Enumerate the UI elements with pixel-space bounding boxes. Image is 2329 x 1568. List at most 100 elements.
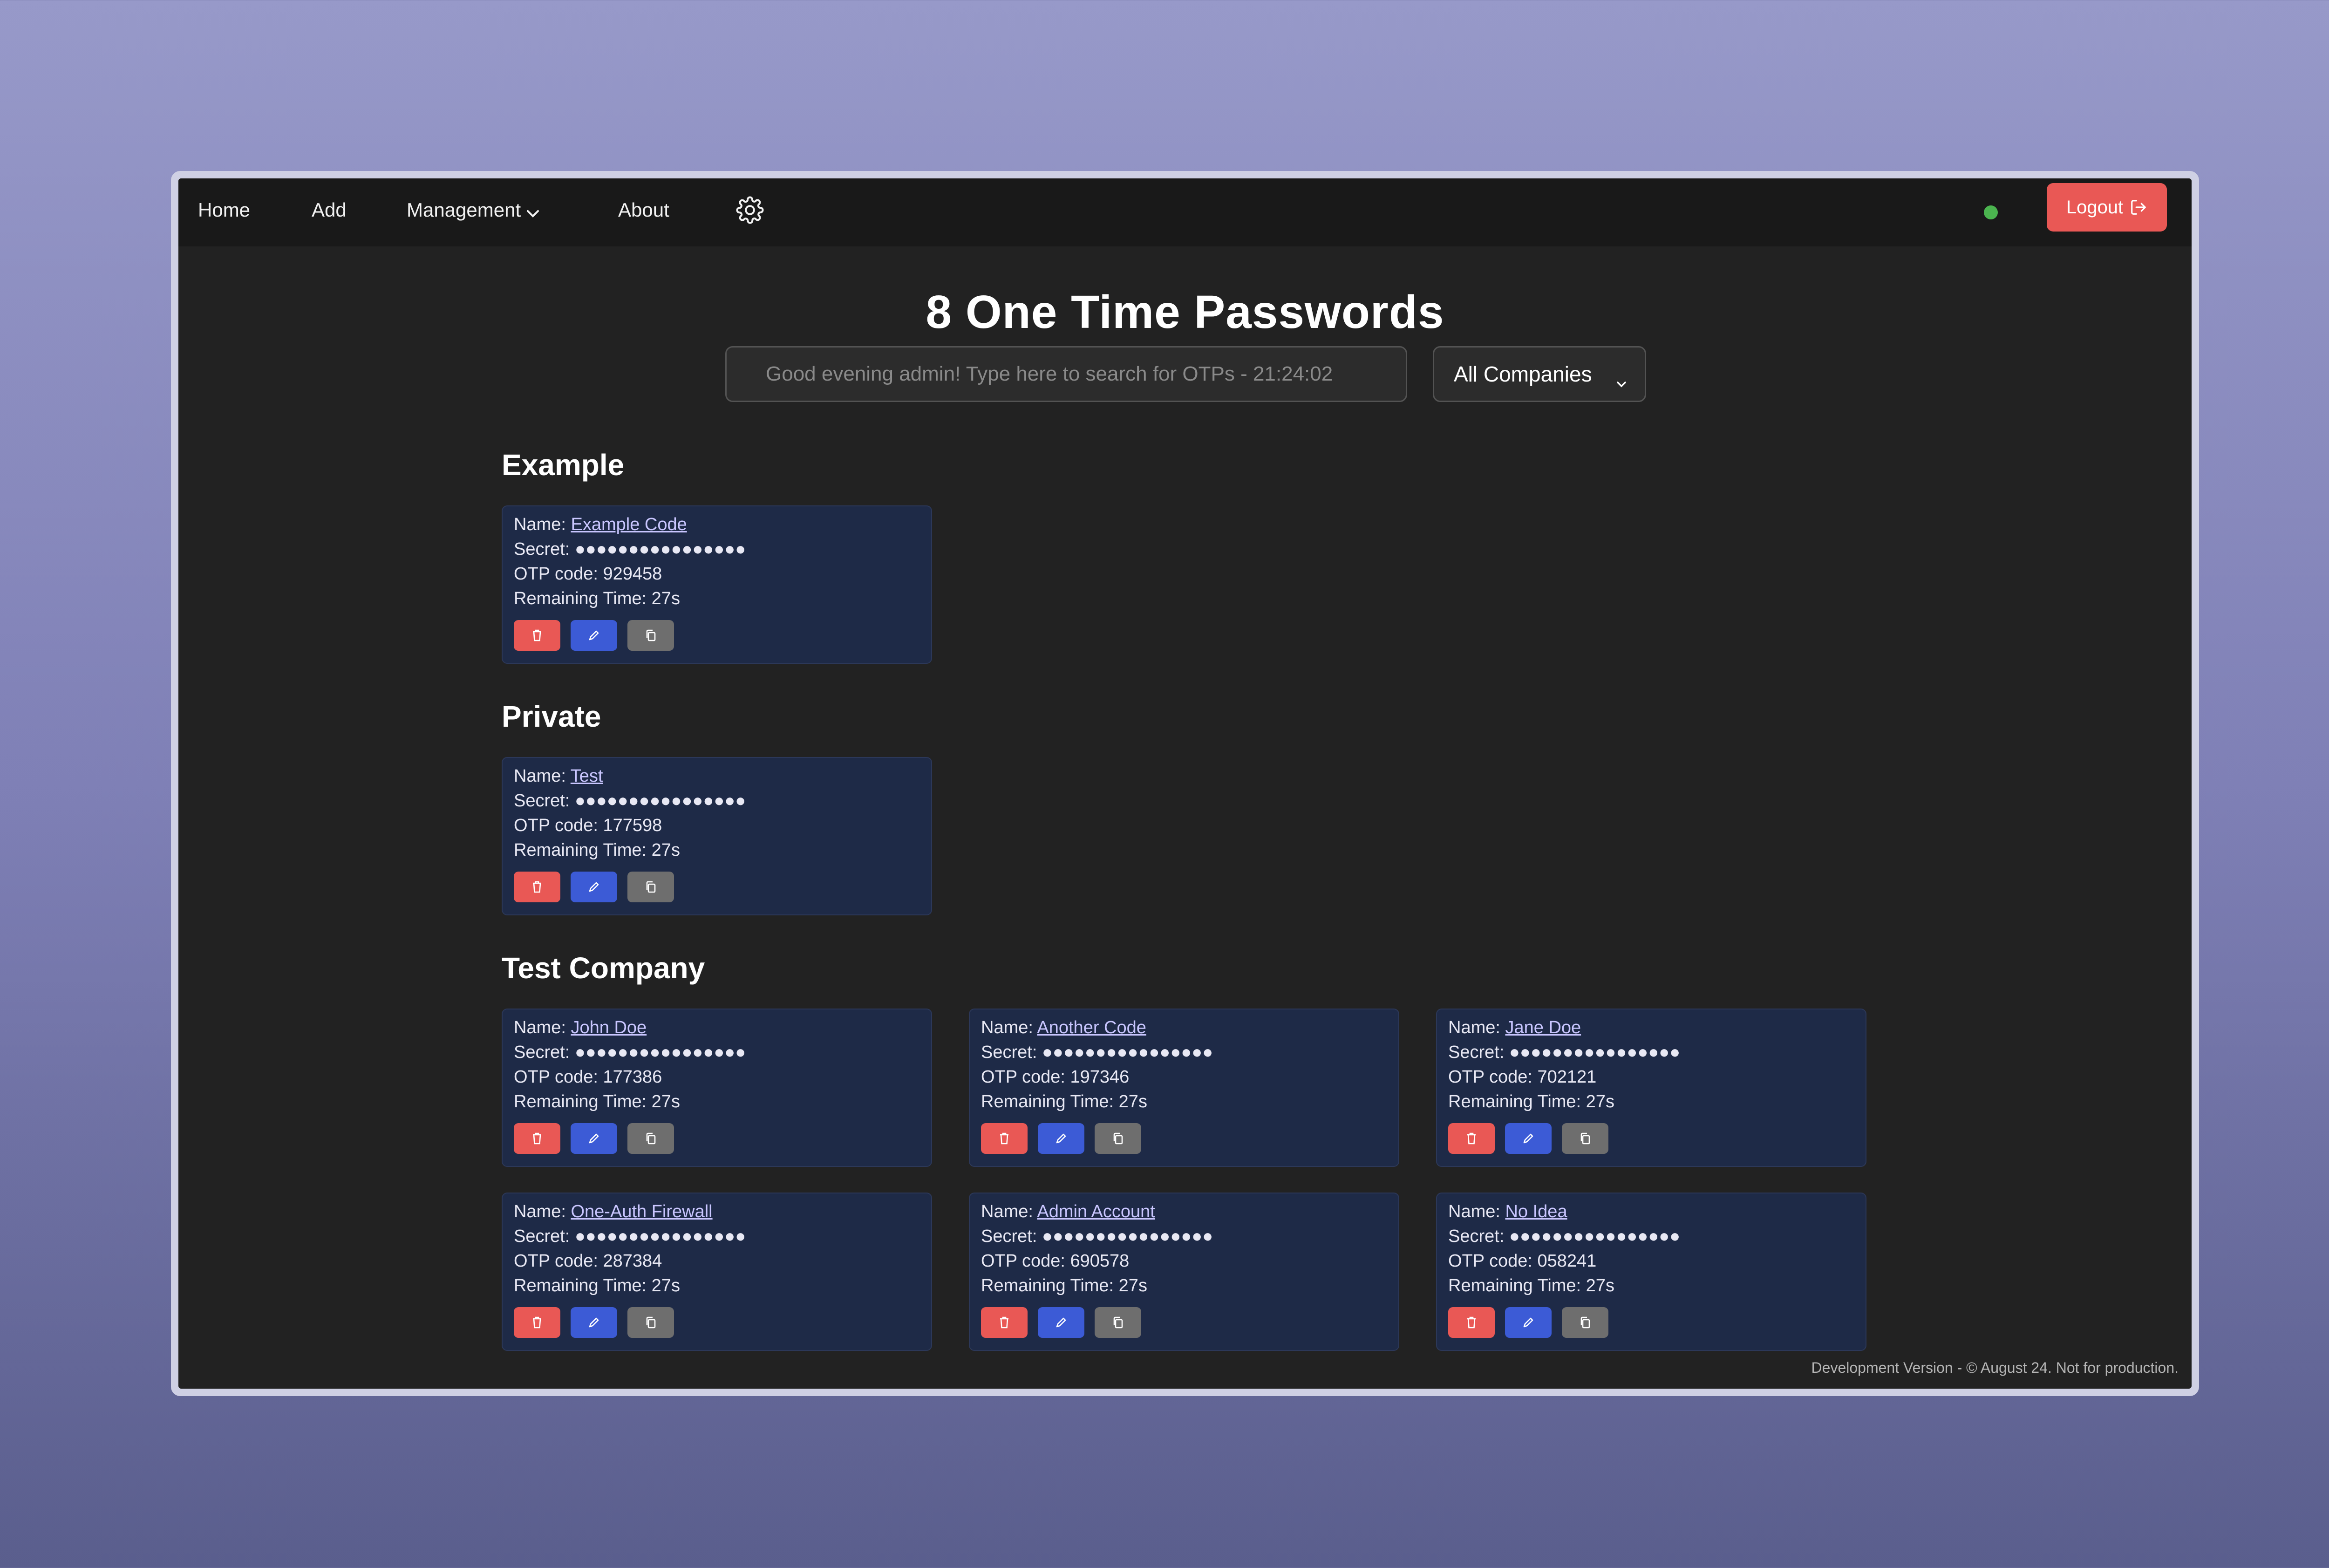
otp-remaining: 27s bbox=[1586, 1276, 1614, 1295]
delete-button[interactable] bbox=[1448, 1123, 1495, 1154]
otp-name-link[interactable]: No Idea bbox=[1505, 1202, 1567, 1221]
trash-icon bbox=[533, 629, 541, 641]
otp-secret: ●●●●●●●●●●●●●●●● bbox=[1509, 1043, 1681, 1062]
otp-name-link[interactable]: John Doe bbox=[571, 1018, 647, 1037]
pencil-icon bbox=[589, 1133, 599, 1144]
otp-remaining: 27s bbox=[651, 1092, 680, 1111]
logout-icon bbox=[2131, 200, 2146, 215]
pencil-icon bbox=[589, 1317, 599, 1328]
edit-button[interactable] bbox=[1038, 1307, 1084, 1338]
delete-button[interactable] bbox=[514, 1123, 560, 1154]
otp-name-link[interactable]: Test bbox=[571, 766, 603, 786]
edit-button[interactable] bbox=[1505, 1123, 1552, 1154]
nav-home[interactable]: Home bbox=[198, 199, 250, 221]
chevron-down-icon bbox=[1616, 368, 1627, 393]
otp-name-link[interactable]: Jane Doe bbox=[1505, 1018, 1581, 1037]
otp-label: OTP code: bbox=[514, 564, 603, 584]
otp-remaining: 27s bbox=[651, 589, 680, 608]
otp-name-link[interactable]: Example Code bbox=[571, 515, 687, 534]
company-filter-value: All Companies bbox=[1454, 362, 1592, 386]
nav-management-label: Management bbox=[407, 199, 521, 221]
remaining-label: Remaining Time: bbox=[1448, 1092, 1586, 1111]
name-label: Name: bbox=[981, 1202, 1037, 1221]
copy-icon bbox=[1580, 1132, 1590, 1145]
search-bar[interactable] bbox=[725, 346, 1407, 402]
otp-remaining: 27s bbox=[1586, 1092, 1614, 1111]
otp-label: OTP code: bbox=[514, 816, 603, 835]
delete-button[interactable] bbox=[1448, 1307, 1495, 1338]
delete-button[interactable] bbox=[514, 872, 560, 902]
delete-button[interactable] bbox=[981, 1307, 1028, 1338]
otp-code: 197346 bbox=[1070, 1067, 1130, 1087]
otp-label: OTP code: bbox=[514, 1067, 603, 1087]
secret-label: Secret: bbox=[514, 1227, 575, 1246]
trash-icon bbox=[533, 1132, 541, 1145]
delete-button[interactable] bbox=[514, 620, 560, 651]
copy-icon bbox=[646, 881, 656, 893]
otp-name-link[interactable]: One-Auth Firewall bbox=[571, 1202, 712, 1221]
nav-management[interactable]: Management bbox=[407, 199, 539, 223]
otp-remaining: 27s bbox=[651, 840, 680, 860]
section-title-test-company: Test Company bbox=[502, 951, 705, 985]
nav-add[interactable]: Add bbox=[312, 199, 347, 221]
edit-button[interactable] bbox=[1505, 1307, 1552, 1338]
edit-button[interactable] bbox=[571, 872, 617, 902]
pencil-icon bbox=[1056, 1133, 1066, 1144]
otp-code: 058241 bbox=[1537, 1251, 1597, 1271]
gear-icon[interactable] bbox=[736, 196, 764, 224]
edit-button[interactable] bbox=[571, 1123, 617, 1154]
trash-icon bbox=[533, 881, 541, 893]
otp-secret: ●●●●●●●●●●●●●●●● bbox=[1042, 1227, 1213, 1246]
company-filter-select[interactable]: All Companies bbox=[1433, 346, 1646, 402]
remaining-label: Remaining Time: bbox=[514, 589, 652, 608]
otp-code: 702121 bbox=[1537, 1067, 1597, 1087]
copy-button[interactable] bbox=[1095, 1123, 1141, 1154]
otp-name-link[interactable]: Another Code bbox=[1037, 1018, 1146, 1037]
copy-icon bbox=[646, 1132, 656, 1145]
otp-remaining: 27s bbox=[1118, 1276, 1147, 1295]
copy-button[interactable] bbox=[1562, 1307, 1608, 1338]
secret-label: Secret: bbox=[1448, 1227, 1509, 1246]
pencil-icon bbox=[1056, 1317, 1066, 1328]
otp-label: OTP code: bbox=[1448, 1251, 1538, 1271]
pencil-icon bbox=[589, 630, 599, 641]
footer-note: Development Version - © August 24. Not f… bbox=[1811, 1359, 2179, 1376]
copy-button[interactable] bbox=[627, 1123, 674, 1154]
search-input[interactable] bbox=[765, 362, 1406, 386]
copy-icon bbox=[1580, 1316, 1590, 1329]
pencil-icon bbox=[1523, 1317, 1533, 1328]
nav-about[interactable]: About bbox=[618, 199, 669, 221]
secret-label: Secret: bbox=[514, 539, 575, 559]
otp-secret: ●●●●●●●●●●●●●●●● bbox=[1509, 1227, 1681, 1246]
copy-button[interactable] bbox=[1095, 1307, 1141, 1338]
otp-card: Name: Another Code Secret: ●●●●●●●●●●●●●… bbox=[969, 1009, 1399, 1167]
edit-button[interactable] bbox=[1038, 1123, 1084, 1154]
edit-button[interactable] bbox=[571, 1307, 617, 1338]
otp-label: OTP code: bbox=[1448, 1067, 1538, 1087]
otp-remaining: 27s bbox=[651, 1276, 680, 1295]
copy-button[interactable] bbox=[627, 620, 674, 651]
delete-button[interactable] bbox=[981, 1123, 1028, 1154]
otp-label: OTP code: bbox=[981, 1067, 1070, 1087]
otp-card: Name: Test Secret: ●●●●●●●●●●●●●●●● OTP … bbox=[502, 757, 932, 915]
copy-button[interactable] bbox=[627, 1307, 674, 1338]
otp-secret: ●●●●●●●●●●●●●●●● bbox=[574, 791, 746, 811]
browser-window: Home Add Management About Logout 8 One T… bbox=[171, 171, 2199, 1396]
secret-label: Secret: bbox=[981, 1043, 1042, 1062]
chevron-down-icon bbox=[526, 200, 539, 223]
logout-button[interactable]: Logout bbox=[2047, 183, 2167, 232]
edit-button[interactable] bbox=[571, 620, 617, 651]
remaining-label: Remaining Time: bbox=[981, 1092, 1119, 1111]
section-title-example: Example bbox=[502, 448, 625, 482]
otp-card: Name: John Doe Secret: ●●●●●●●●●●●●●●●● … bbox=[502, 1009, 932, 1167]
copy-button[interactable] bbox=[627, 872, 674, 902]
copy-icon bbox=[1113, 1316, 1123, 1329]
name-label: Name: bbox=[514, 515, 571, 534]
remaining-label: Remaining Time: bbox=[514, 1276, 652, 1295]
otp-secret: ●●●●●●●●●●●●●●●● bbox=[574, 1227, 746, 1246]
delete-button[interactable] bbox=[514, 1307, 560, 1338]
otp-label: OTP code: bbox=[981, 1251, 1070, 1271]
navbar: Home Add Management About Logout bbox=[178, 178, 2192, 246]
copy-button[interactable] bbox=[1562, 1123, 1608, 1154]
otp-name-link[interactable]: Admin Account bbox=[1037, 1202, 1155, 1221]
